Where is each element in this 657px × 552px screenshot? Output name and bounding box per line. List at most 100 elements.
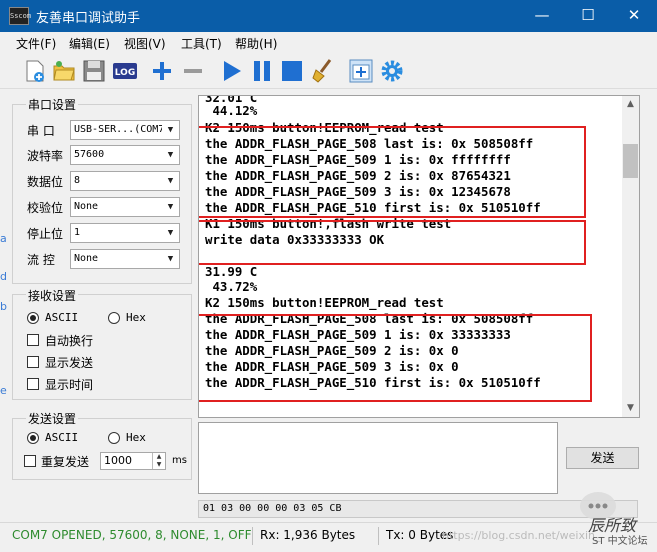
menu-edit[interactable]: 编辑(E) <box>69 35 110 52</box>
receive-settings-label: 接收设置 <box>26 287 79 304</box>
add-window-icon[interactable] <box>348 58 374 84</box>
play-icon[interactable] <box>219 58 245 84</box>
receive-hex-label: Hex <box>126 311 146 324</box>
flow-value: None <box>74 253 99 264</box>
open-folder-icon[interactable] <box>51 58 77 84</box>
flow-select[interactable]: None ▼ <box>70 249 180 269</box>
highlight-box <box>199 314 592 402</box>
flow-label: 流 控 <box>27 253 55 267</box>
menu-bar: 文件(F) 编辑(E) 视图(V) 工具(T) 帮助(H) <box>0 32 657 54</box>
chevron-down-icon: ▼ <box>162 172 179 190</box>
chevron-down-icon: ▼ <box>162 146 179 164</box>
baud-value: 57600 <box>74 149 105 160</box>
chevron-down-icon: ▼ <box>162 121 179 139</box>
menu-file[interactable]: 文件(F) <box>16 35 56 52</box>
pause-icon[interactable] <box>249 58 275 84</box>
parity-label: 校验位 <box>27 201 64 215</box>
send-button[interactable]: 发送 <box>566 447 639 469</box>
interval-stepper[interactable]: 1000 ▲ ▼ <box>100 452 166 470</box>
log-icon[interactable]: LOG <box>112 58 138 84</box>
background-fragment-d: e <box>0 384 7 397</box>
receive-ascii-radio[interactable] <box>27 312 39 324</box>
settings-gear-icon[interactable] <box>379 58 405 84</box>
interval-unit: ms <box>172 455 187 466</box>
stopbits-select[interactable]: 1 ▼ <box>70 223 180 243</box>
new-file-icon[interactable] <box>22 58 48 84</box>
highlight-box <box>199 126 586 218</box>
port-value: USB-SER...(COM7 <box>74 124 165 135</box>
auto-wrap-label: 自动换行 <box>45 334 94 348</box>
send-settings-frame <box>12 418 192 480</box>
app-icon: Sscom <box>9 7 31 25</box>
receive-line: 31.99 C <box>205 264 258 279</box>
auto-wrap-checkbox[interactable] <box>27 334 39 346</box>
databits-label: 数据位 <box>27 175 64 189</box>
repeat-send-checkbox[interactable] <box>24 455 36 467</box>
stopbits-label: 停止位 <box>27 227 64 241</box>
maximize-button[interactable]: ☐ <box>565 0 611 32</box>
window-title: 友善串口调试助手 <box>36 11 141 26</box>
receive-ascii-label: ASCII <box>45 311 79 324</box>
send-hex-data[interactable]: 01 03 00 00 00 03 05 CB <box>198 500 638 518</box>
show-time-checkbox[interactable] <box>27 378 39 390</box>
status-divider <box>378 527 379 545</box>
receive-settings-frame <box>12 294 192 400</box>
log-icon-text: LOG <box>115 68 135 78</box>
menu-help[interactable]: 帮助(H) <box>235 35 277 52</box>
toolbar: LOG <box>0 54 657 89</box>
watermark-sub: ST 中文论坛 <box>592 536 648 547</box>
receive-textarea[interactable]: 32.01 C 44.12% K2 150ms button!EEPROM_rea… <box>198 95 640 418</box>
chevron-down-icon: ▼ <box>162 224 179 242</box>
menu-view[interactable]: 视图(V) <box>124 35 166 52</box>
show-send-label: 显示发送 <box>45 356 94 370</box>
clear-broom-icon[interactable] <box>310 58 336 84</box>
scroll-down-icon[interactable]: ▼ <box>622 400 639 417</box>
send-ascii-label: ASCII <box>45 431 79 444</box>
port-select[interactable]: USB-SER...(COM7 ▼ <box>70 120 180 140</box>
zoom-out-icon[interactable] <box>180 58 206 84</box>
send-settings-label: 发送设置 <box>26 410 79 427</box>
minimize-button[interactable]: — <box>519 0 565 32</box>
menu-tools[interactable]: 工具(T) <box>181 35 222 52</box>
serial-settings-label: 串口设置 <box>26 96 79 113</box>
send-ascii-radio[interactable] <box>27 432 39 444</box>
send-hex-radio[interactable] <box>108 432 120 444</box>
zoom-in-icon[interactable] <box>149 58 175 84</box>
port-status: COM7 OPENED, 57600, 8, NONE, 1, OFF <box>12 528 252 542</box>
rx-count: Rx: 1,936 Bytes <box>260 528 356 542</box>
interval-value: 1000 <box>104 454 132 467</box>
app-window: Sscom 友善串口调试助手 — ☐ ✕ 文件(F) 编辑(E) 视图(V) 工… <box>0 0 657 552</box>
baud-label: 波特率 <box>27 149 64 163</box>
close-button[interactable]: ✕ <box>611 0 657 32</box>
send-hex-label: Hex <box>126 431 146 444</box>
stop-icon[interactable] <box>279 58 305 84</box>
parity-value: None <box>74 201 99 212</box>
scroll-up-icon[interactable]: ▲ <box>622 96 639 113</box>
port-label: 串 口 <box>27 124 55 138</box>
watermark-url: https://blog.csdn.net/weixin_ <box>442 529 601 542</box>
status-divider <box>252 527 253 545</box>
stepper-arrows-icon[interactable]: ▲ ▼ <box>152 453 165 469</box>
chevron-down-icon: ▼ <box>162 250 179 268</box>
show-time-label: 显示时间 <box>45 378 94 392</box>
baud-select[interactable]: 57600 ▼ <box>70 145 180 165</box>
receive-scrollbar[interactable]: ▲ ▼ <box>622 96 639 417</box>
title-bar: Sscom 友善串口调试助手 — ☐ ✕ <box>0 0 657 32</box>
background-fragment-c: b <box>0 300 7 313</box>
receive-line: 43.72% <box>205 279 258 294</box>
save-icon[interactable] <box>81 58 107 84</box>
background-fragment-a: a <box>0 232 7 245</box>
parity-select[interactable]: None ▼ <box>70 197 180 217</box>
send-textarea[interactable] <box>198 422 558 494</box>
highlight-box <box>199 220 586 265</box>
repeat-send-label: 重复发送 <box>41 455 90 469</box>
background-fragment-b: d <box>0 270 7 283</box>
scrollbar-thumb[interactable] <box>623 144 638 178</box>
show-send-checkbox[interactable] <box>27 356 39 368</box>
receive-line: 44.12% <box>205 103 258 118</box>
databits-select[interactable]: 8 ▼ <box>70 171 180 191</box>
stopbits-value: 1 <box>74 227 81 238</box>
receive-line: K2 150ms button!EEPROM_read test <box>205 295 444 310</box>
databits-value: 8 <box>74 175 81 186</box>
receive-hex-radio[interactable] <box>108 312 120 324</box>
